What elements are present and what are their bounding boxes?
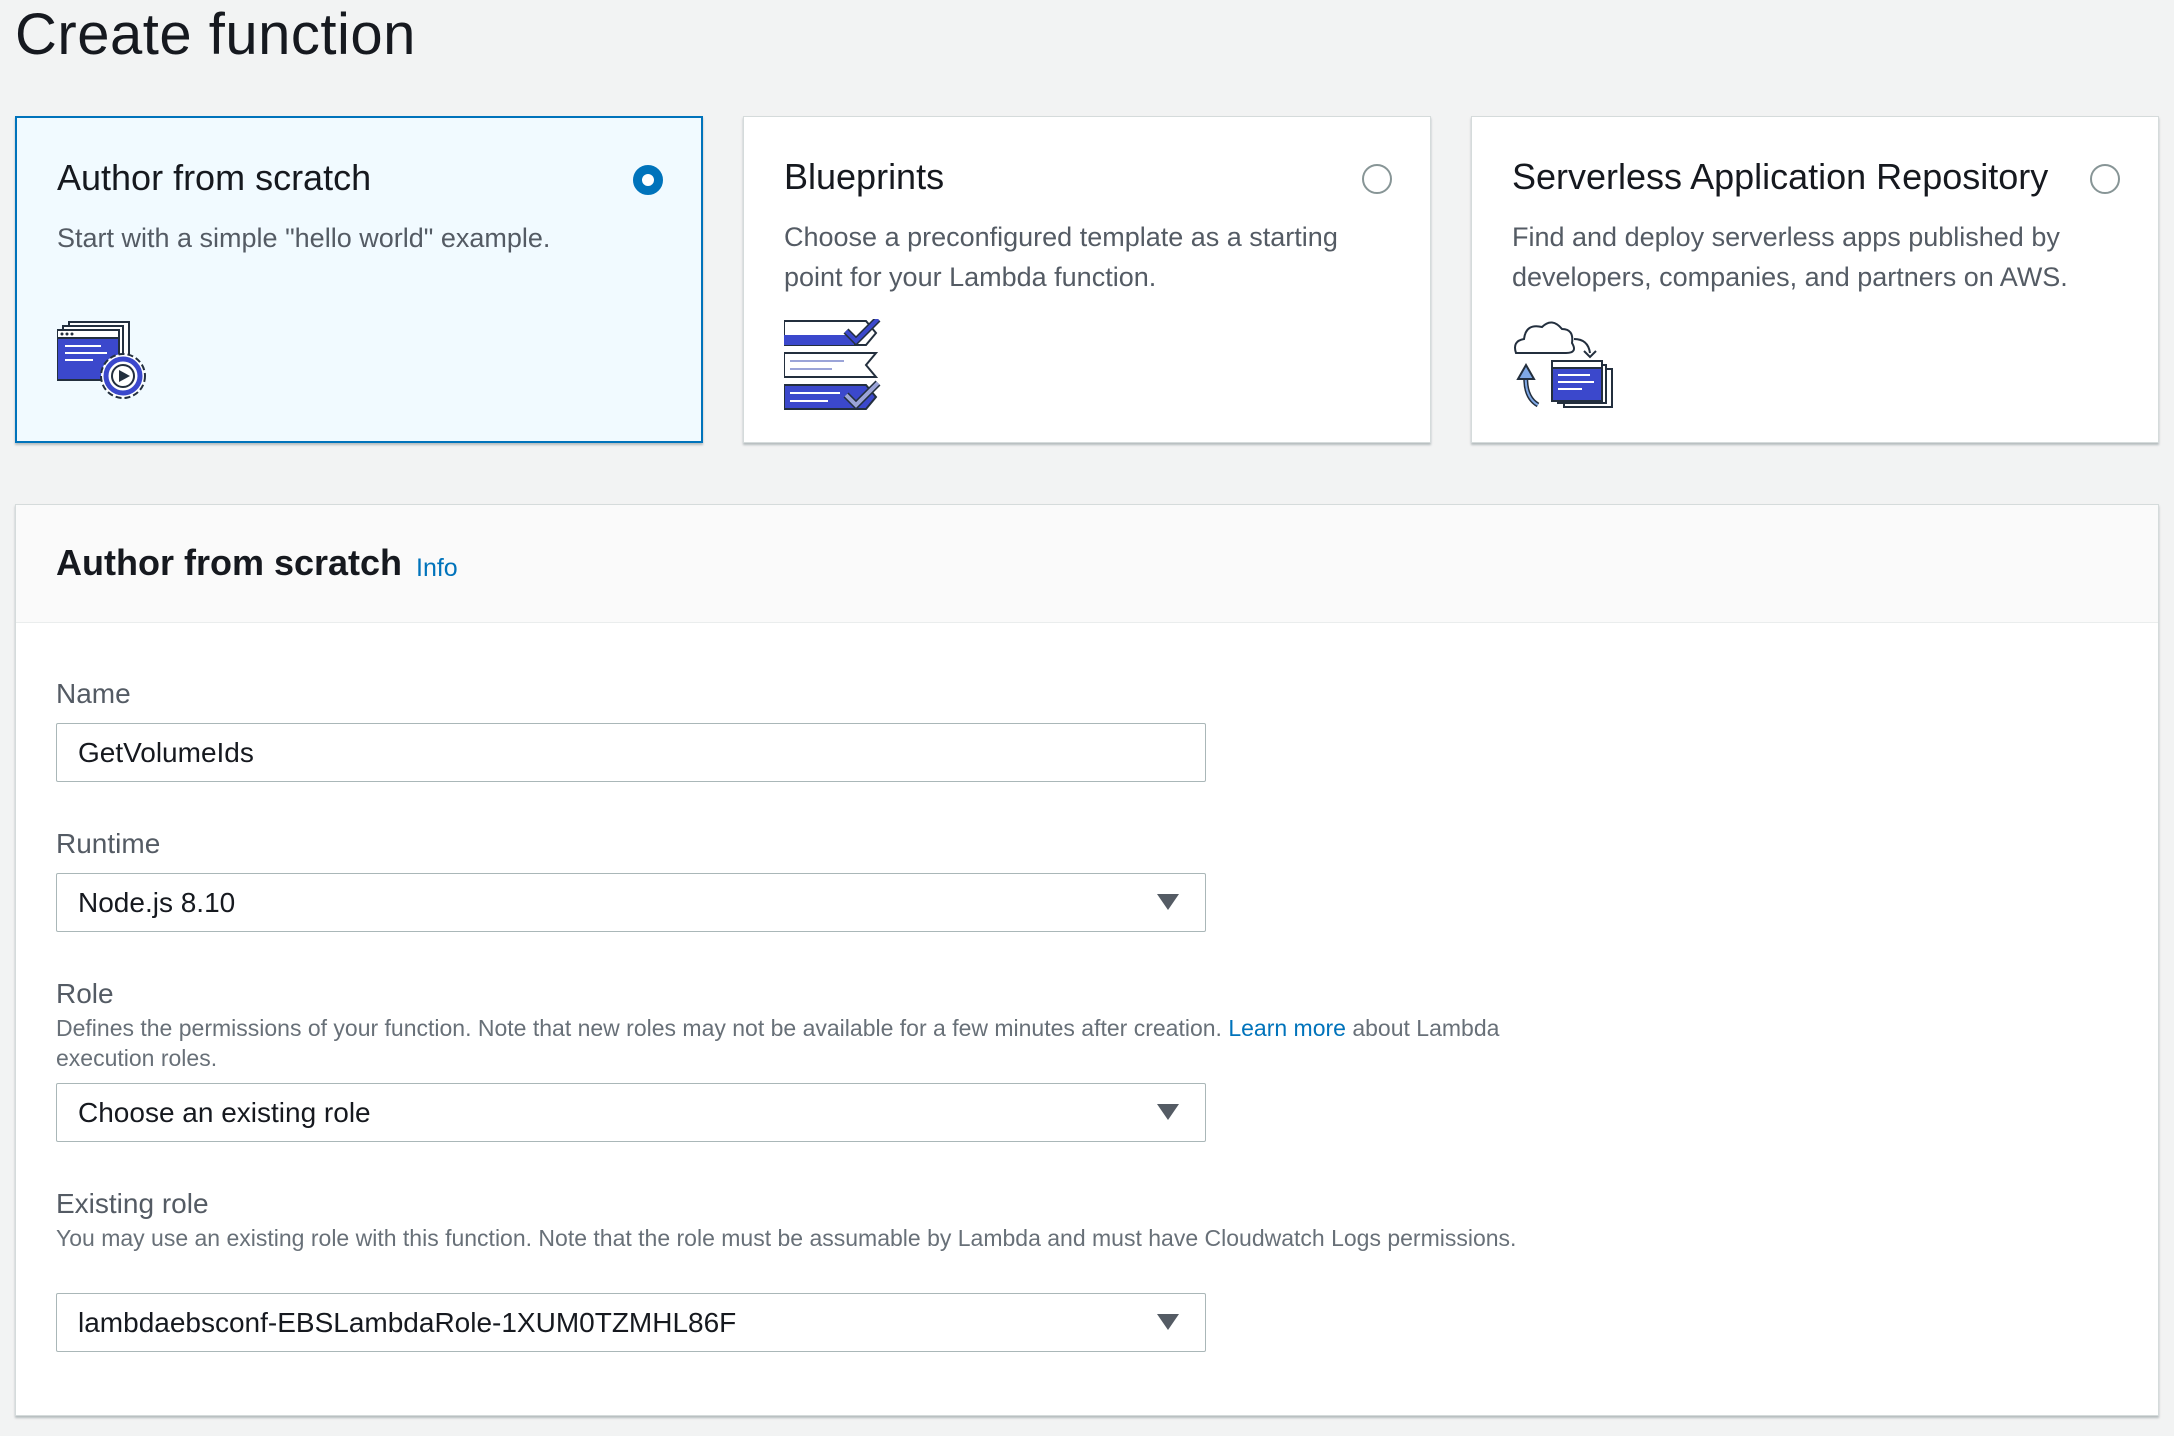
option-description: Find and deploy serverless apps publishe… xyxy=(1512,222,2068,292)
panel-title: Author from scratch xyxy=(56,542,403,583)
role-label: Role xyxy=(56,978,114,1009)
existing-role-description: You may use an existing role with this f… xyxy=(56,1225,1517,1251)
author-from-scratch-panel: Author from scratch Info Name GetVolumeI… xyxy=(15,504,2159,1416)
code-gear-icon xyxy=(56,318,157,423)
runtime-label: Runtime xyxy=(56,828,161,859)
radio-author-from-scratch[interactable] xyxy=(633,165,663,195)
existing-role-select[interactable]: lambdaebsconf-EBSLambdaRole-1XUM0TZMHL86… xyxy=(56,1293,1206,1352)
existing-role-label: Existing role xyxy=(56,1188,209,1219)
page-title: Create function xyxy=(15,2,416,67)
role-description-text: Defines the permissions of your function… xyxy=(56,1015,1229,1041)
role-select[interactable]: Choose an existing role xyxy=(56,1083,1206,1142)
name-input-value: GetVolumeIds xyxy=(78,737,254,768)
learn-more-link[interactable]: Learn more xyxy=(1228,1015,1346,1041)
name-label: Name xyxy=(56,678,131,709)
panel-header: Author from scratch Info xyxy=(16,505,2158,623)
name-input[interactable]: GetVolumeIds xyxy=(56,723,1206,782)
radio-serverless-app-repo[interactable] xyxy=(2090,164,2120,194)
radio-blueprints[interactable] xyxy=(1362,164,1392,194)
info-link[interactable]: Info xyxy=(416,553,458,583)
option-title: Serverless Application Repository xyxy=(1512,156,2049,197)
option-description: Choose a preconfigured template as a sta… xyxy=(784,222,1338,292)
caret-down-icon xyxy=(1157,894,1179,910)
checklist-icon xyxy=(783,316,884,416)
caret-down-icon xyxy=(1157,1104,1179,1120)
option-title: Blueprints xyxy=(784,156,945,197)
cloud-deploy-icon xyxy=(1512,317,1616,418)
role-description: Defines the permissions of your function… xyxy=(56,1013,1536,1073)
option-card-author-from-scratch[interactable]: Author from scratch Start with a simple … xyxy=(15,116,703,443)
existing-role-select-value: lambdaebsconf-EBSLambdaRole-1XUM0TZMHL86… xyxy=(78,1307,737,1338)
caret-down-icon xyxy=(1157,1314,1179,1330)
runtime-select[interactable]: Node.js 8.10 xyxy=(56,873,1206,932)
option-title: Author from scratch xyxy=(57,157,372,198)
option-card-blueprints[interactable]: Blueprints Choose a preconfigured templa… xyxy=(743,116,1431,443)
role-select-value: Choose an existing role xyxy=(78,1097,371,1128)
option-description: Start with a simple "hello world" exampl… xyxy=(57,223,551,253)
option-card-serverless-app-repo[interactable]: Serverless Application Repository Find a… xyxy=(1471,116,2159,443)
runtime-select-value: Node.js 8.10 xyxy=(78,887,236,918)
